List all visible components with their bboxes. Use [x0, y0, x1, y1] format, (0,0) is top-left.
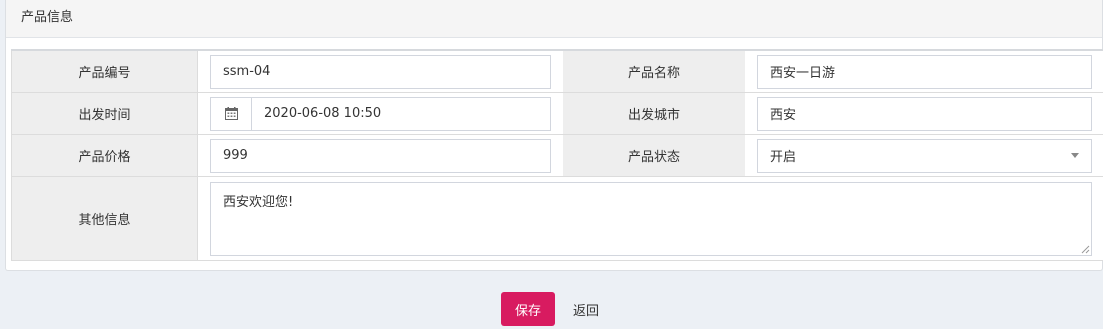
- depart-time-cell: 2020-06-08 10:50: [198, 93, 563, 134]
- save-button[interactable]: 保存: [501, 292, 555, 326]
- form-row: 产品编号 ssm-04 产品名称 西安一日游: [11, 51, 1103, 93]
- resize-grip-icon[interactable]: [1080, 244, 1090, 254]
- status-label: 产品状态: [563, 135, 745, 176]
- product-no-label: 产品编号: [11, 51, 198, 92]
- product-name-cell: 西安一日游: [745, 51, 1103, 92]
- panel-title: 产品信息: [6, 0, 1102, 38]
- depart-time-input[interactable]: 2020-06-08 10:50: [252, 98, 550, 130]
- product-name-label: 产品名称: [563, 51, 745, 92]
- other-info-label: 其他信息: [11, 177, 198, 260]
- price-input[interactable]: 999: [210, 138, 551, 173]
- form-row: 其他信息 西安欢迎您!: [11, 177, 1103, 261]
- calendar-icon[interactable]: [211, 97, 252, 130]
- back-button[interactable]: 返回: [573, 292, 599, 326]
- depart-city-label: 出发城市: [563, 93, 745, 134]
- product-info-panel: 产品信息 产品编号 ssm-04 产品名称 西安一日游 出发时间 2020-06…: [5, 0, 1103, 271]
- form-row: 出发时间 2020-06-08 10:50 出发城市 西安: [11, 93, 1103, 135]
- depart-city-cell: 西安: [745, 93, 1103, 134]
- other-info-text: 西安欢迎您!: [223, 194, 294, 210]
- depart-time-label: 出发时间: [11, 93, 198, 134]
- form-row: 产品价格 999 产品状态 开启: [11, 135, 1103, 177]
- price-label: 产品价格: [11, 135, 198, 176]
- price-cell: 999: [198, 135, 563, 176]
- product-no-input[interactable]: ssm-04: [210, 54, 551, 89]
- depart-time-picker[interactable]: 2020-06-08 10:50: [210, 96, 551, 131]
- status-select[interactable]: 开启: [757, 138, 1092, 173]
- chevron-down-icon: [1071, 153, 1079, 158]
- product-name-input[interactable]: 西安一日游: [757, 54, 1092, 89]
- form-actions: 保存 返回: [501, 292, 599, 326]
- status-cell: 开启: [745, 135, 1103, 176]
- product-no-cell: ssm-04: [198, 51, 563, 92]
- status-selected-value: 开启: [770, 150, 797, 165]
- depart-city-input[interactable]: 西安: [757, 96, 1092, 131]
- other-info-cell: 西安欢迎您!: [198, 177, 1103, 260]
- product-form: 产品编号 ssm-04 产品名称 西安一日游 出发时间 2020-06-08 1…: [11, 49, 1103, 261]
- other-info-textarea[interactable]: 西安欢迎您!: [210, 181, 1092, 256]
